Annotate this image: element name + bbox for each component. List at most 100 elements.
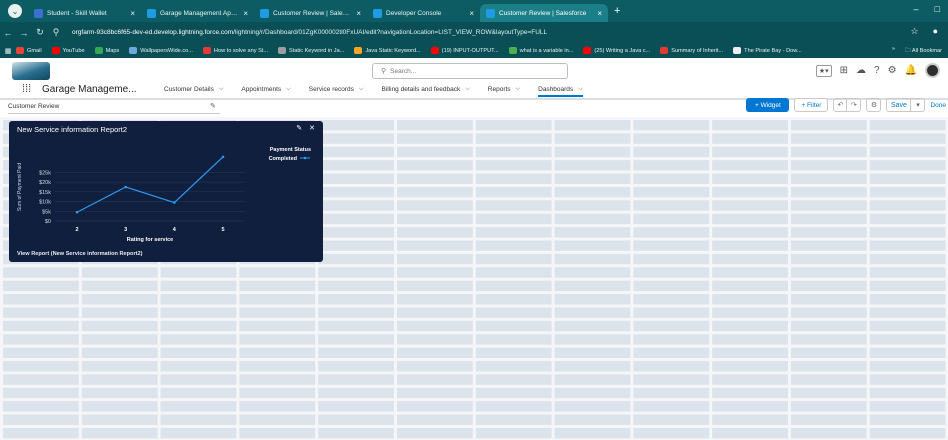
y-tick-label: $10k: [39, 200, 51, 206]
nav-tab-billing-details-and-feedback[interactable]: Billing details and feedback ⌵: [381, 86, 469, 93]
reload-icon[interactable]: ↻: [32, 27, 48, 38]
add-widget-button[interactable]: + Widget: [746, 98, 790, 112]
remove-widget-close-icon[interactable]: ✕: [309, 124, 315, 132]
tab-label: Developer Console: [386, 9, 442, 17]
apps-grid-icon[interactable]: ▦: [0, 47, 16, 55]
x-axis-label: Rating for service: [127, 237, 173, 243]
nav-tab-service-records[interactable]: Service records ⌵: [309, 86, 364, 93]
app-launcher-icon[interactable]: ⁞⁞⁞: [22, 83, 36, 95]
org-logo[interactable]: [12, 62, 50, 80]
tab-favicon-icon: [260, 8, 269, 18]
tab-search-icon[interactable]: ⌄: [8, 4, 22, 18]
x-tick-label: 5: [221, 227, 224, 233]
user-avatar[interactable]: [925, 63, 940, 78]
forward-icon[interactable]: →: [16, 28, 32, 38]
search-icon: ⚲: [381, 68, 387, 75]
save-dropdown-chevron-icon[interactable]: ▾: [911, 99, 924, 111]
add-icon[interactable]: ⊞: [840, 65, 848, 76]
chevron-down-icon[interactable]: ⌵: [465, 86, 470, 93]
bookmark-item[interactable]: Summary of Inherit...: [660, 47, 723, 54]
tab-close-icon[interactable]: ×: [243, 9, 248, 18]
bookmark-label: what is a variable in...: [519, 47, 574, 54]
nav-tab-reports[interactable]: Reports ⌵: [488, 86, 520, 93]
save-button[interactable]: Save: [887, 99, 912, 111]
browser-tab[interactable]: Garage Management Applicati ×: [141, 4, 254, 22]
url-field[interactable]: orgfarm-93c8bc6f65-dev-ed.develop.lightn…: [72, 29, 832, 36]
browser-tab[interactable]: Developer Console ×: [367, 4, 480, 22]
legend-swatch-point: [303, 156, 307, 160]
bookmark-item[interactable]: (25) Writing a Java c...: [583, 47, 650, 54]
properties-gear-icon[interactable]: ⚙: [867, 99, 880, 111]
bookmark-item[interactable]: Static Keyword in Ja...: [278, 47, 344, 54]
bookmark-item[interactable]: YouTube: [51, 47, 85, 54]
chevron-down-icon[interactable]: ⌵: [516, 86, 521, 93]
tab-close-icon[interactable]: ×: [597, 9, 602, 18]
bookmark-item[interactable]: what is a variable in...: [508, 47, 574, 54]
bookmark-item[interactable]: (19) INPUT-OUTPUT...: [430, 47, 499, 54]
x-tick-label: 4: [173, 227, 177, 233]
bookmark-item[interactable]: WallpapersWide.co...: [129, 47, 193, 54]
bookmark-item[interactable]: How to solve any St...: [202, 47, 268, 54]
legend-entry: Completed: [269, 156, 297, 162]
back-icon[interactable]: ←: [0, 28, 16, 38]
bookmark-star-icon[interactable]: ☆: [910, 26, 918, 37]
tab-label: Customer Review | Salesforce: [273, 9, 353, 17]
site-info-icon[interactable]: ⚲: [48, 27, 64, 38]
setup-gear-icon[interactable]: ⚙: [888, 65, 897, 76]
browser-tab[interactable]: Student - Skill Wallet ×: [28, 4, 141, 22]
bookmark-item[interactable]: The Pirate Bay - Dow...: [733, 47, 802, 54]
bookmark-favicon-icon: [278, 47, 287, 54]
legend-title: Payment Status: [270, 147, 311, 153]
undo-icon[interactable]: ↶: [834, 99, 848, 111]
edit-widget-pencil-icon[interactable]: ✎: [296, 124, 302, 132]
nav-tab-customer-details[interactable]: Customer Details ⌵: [164, 86, 223, 93]
edit-name-pencil-icon[interactable]: ✎: [210, 102, 216, 110]
bookmark-favicon-icon: [129, 47, 138, 54]
help-icon[interactable]: ?: [874, 65, 880, 76]
add-filter-button[interactable]: + Filter: [794, 98, 829, 112]
address-bar: ← → ↻ ⚲ orgfarm-93c8bc6f65-dev-ed.develo…: [0, 22, 948, 43]
view-report-link[interactable]: View Report (New Service information Rep…: [17, 251, 142, 257]
nav-tab-appointments[interactable]: Appointments ⌵: [241, 86, 290, 93]
all-bookmarks-folder[interactable]: 🗀 All Bookmar: [905, 46, 942, 56]
trailhead-icon[interactable]: ☁: [856, 65, 866, 76]
window-controls: – □: [914, 4, 940, 14]
x-tick-label: 2: [75, 227, 78, 233]
more-bookmarks-button[interactable]: »: [892, 46, 895, 56]
tab-close-icon[interactable]: ×: [356, 9, 361, 18]
data-point: [221, 155, 225, 159]
line-chart: $0 $5k $10k $15k $20k $25k 2 3 4 5 Rating for serv…: [17, 147, 311, 243]
bookmark-item[interactable]: Java Static Keyword...: [354, 47, 421, 54]
dashboard-name-field[interactable]: Customer Review: [8, 101, 220, 114]
chevron-down-icon[interactable]: ⌵: [359, 86, 364, 93]
browser-tab[interactable]: Customer Review | Salesforce ×: [480, 4, 608, 22]
chevron-down-icon[interactable]: ⌵: [578, 86, 583, 93]
nav-tab-dashboards[interactable]: Dashboards ⌵: [538, 86, 583, 97]
done-button[interactable]: Done: [930, 102, 948, 109]
favorites-icon[interactable]: ★▾: [815, 64, 832, 77]
chevron-down-icon[interactable]: ⌵: [219, 86, 224, 93]
new-tab-button[interactable]: +: [614, 5, 620, 17]
bookmark-item[interactable]: Gmail: [16, 47, 42, 54]
y-tick-label: $25k: [39, 170, 51, 176]
app-navigation-bar: ⁞⁞⁞ Garage Manageme... Customer Details ⌵…: [0, 80, 948, 100]
bookmark-label: YouTube: [62, 47, 85, 54]
chart-widget[interactable]: New Service information Report2 ✎ ✕ $0 $5…: [9, 121, 323, 262]
bookmark-label: Summary of Inherit...: [671, 47, 724, 54]
redo-icon[interactable]: ↷: [847, 99, 860, 111]
browser-tab[interactable]: Customer Review | Salesforce ×: [254, 4, 367, 22]
browser-tab-strip: ⌄ Student - Skill Wallet × Garage Manageme…: [0, 0, 948, 22]
global-search-input[interactable]: ⚲ Search...: [372, 63, 568, 79]
profile-icon[interactable]: ●: [933, 26, 938, 37]
tab-close-icon[interactable]: ×: [130, 9, 135, 18]
data-point: [124, 185, 127, 189]
bookmark-favicon-icon: [430, 47, 439, 54]
notifications-bell-icon[interactable]: 🔔: [905, 65, 917, 76]
bookmark-item[interactable]: Maps: [94, 47, 119, 54]
chevron-down-icon[interactable]: ⌵: [286, 86, 291, 93]
minimize-icon[interactable]: –: [914, 4, 919, 14]
nav-tab-label: Customer Details: [164, 85, 214, 93]
url-host: orgfarm-93c8bc6f65-dev-ed.develop.lightn…: [72, 29, 234, 36]
maximize-icon[interactable]: □: [935, 4, 940, 14]
tab-close-icon[interactable]: ×: [469, 9, 474, 18]
